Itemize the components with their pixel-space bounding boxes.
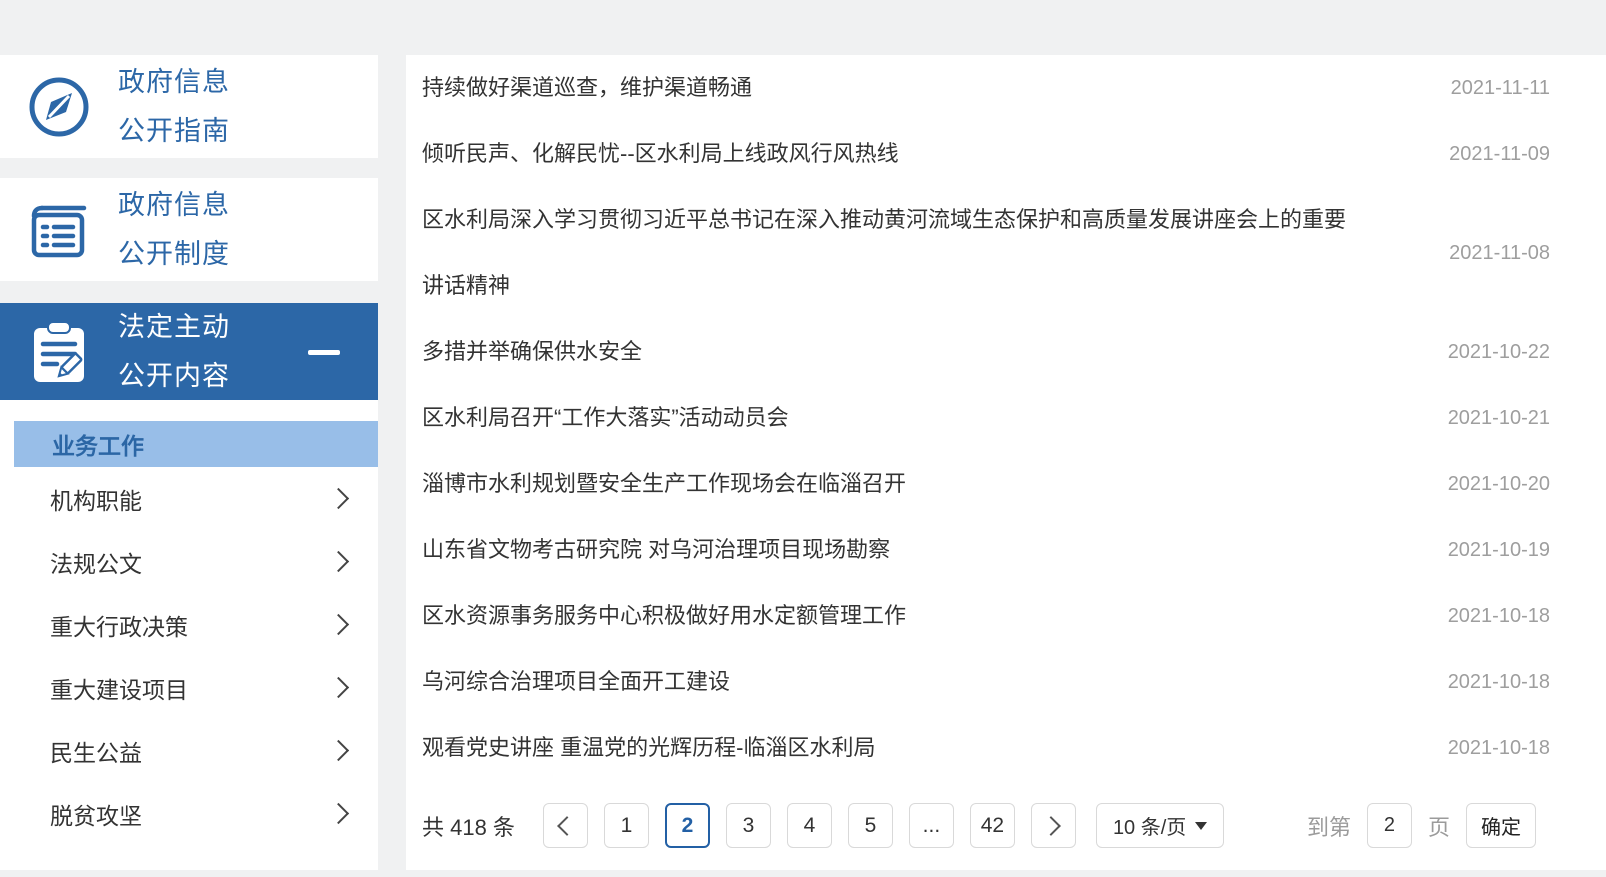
news-row: 持续做好渠道巡查，维护渠道畅通 2021-11-11 — [406, 55, 1606, 121]
page-number-button[interactable]: 42 — [969, 803, 1015, 848]
news-title-link[interactable]: 观看党史讲座 重温党的光辉历程-临淄区水利局 — [422, 715, 1362, 781]
news-row: 山东省文物考古研究院 对乌河治理项目现场勘察 2021-10-19 — [406, 517, 1606, 583]
news-date: 2021-10-20 — [1447, 472, 1550, 495]
goto-prefix-label: 到第 — [1306, 814, 1351, 840]
news-row: 观看党史讲座 重温党的光辉历程-临淄区水利局 2021-10-18 — [406, 715, 1606, 781]
news-date: 2021-11-11 — [1450, 76, 1550, 99]
goto-page-input[interactable] — [1366, 803, 1412, 848]
submenu-item[interactable]: 脱贫攻坚 — [0, 782, 378, 845]
news-row: 多措并举确保供水安全 2021-10-22 — [406, 319, 1606, 385]
sidebar-submenu: 业务工作 机构职能 法规公文 重大行政决策 重大建设项目 民生公益 脱贫攻坚 — [0, 400, 378, 870]
collapse-minus-icon[interactable] — [308, 350, 340, 355]
chevron-right-icon — [1041, 815, 1062, 836]
news-title-link[interactable]: 乌河综合治理项目全面开工建设 — [422, 649, 1362, 715]
news-row: 区水利局召开“工作大落实”活动动员会 2021-10-21 — [406, 385, 1606, 451]
submenu-item[interactable]: 法规公文 — [0, 530, 378, 593]
dropdown-caret-icon — [1195, 821, 1208, 830]
news-date: 2021-11-08 — [1449, 241, 1550, 264]
news-date: 2021-10-18 — [1447, 736, 1550, 759]
news-row: 倾听民声、化解民忧--区水利局上线政风行风热线 2021-11-09 — [406, 121, 1606, 187]
pagination-bar: 共 418 条 1 2 3 4 5 ... 42 10 条/页 到第 2 页 确… — [406, 781, 1606, 870]
chevron-right-icon — [327, 802, 350, 825]
submenu-item[interactable]: 重大建设项目 — [0, 656, 378, 719]
submenu-item[interactable]: 机构职能 — [0, 467, 378, 530]
goto-page-group: 到第 页 确定 — [1307, 803, 1536, 848]
sidebar: 政府信息 公开指南 政府信息 公开制度 法定主动 公开内容 业务工作 机构职能 … — [0, 55, 378, 870]
submenu-item-business-work[interactable]: 业务工作 — [14, 421, 378, 467]
chevron-left-icon — [557, 815, 578, 836]
page-number-button[interactable]: 3 — [725, 803, 771, 848]
page-number-list: 1 2 3 4 5 ... 42 — [603, 803, 1031, 848]
page-number-button[interactable]: ... — [908, 803, 954, 848]
next-page-button[interactable] — [1030, 803, 1076, 848]
sidebar-item-disclosure-guide[interactable]: 政府信息 公开指南 — [0, 55, 378, 158]
page-size-dropdown[interactable]: 10 条/页 — [1095, 803, 1225, 848]
page: 政府信息 公开指南 政府信息 公开制度 法定主动 公开内容 业务工作 机构职能 … — [0, 0, 1606, 877]
news-row: 区水资源事务服务中心积极做好用水定额管理工作 2021-10-18 — [406, 583, 1606, 649]
news-date: 2021-10-18 — [1447, 604, 1550, 627]
news-list: 持续做好渠道巡查，维护渠道畅通 2021-11-11 倾听民声、化解民忧--区水… — [406, 55, 1606, 781]
news-date: 2021-10-21 — [1447, 406, 1550, 429]
goto-suffix-label: 页 — [1427, 814, 1450, 840]
news-title-link[interactable]: 区水利局召开“工作大落实”活动动员会 — [422, 385, 1362, 451]
page-number-button[interactable]: 5 — [847, 803, 893, 848]
news-date: 2021-10-18 — [1447, 670, 1550, 693]
submenu-list: 机构职能 法规公文 重大行政决策 重大建设项目 民生公益 脱贫攻坚 — [0, 467, 378, 845]
total-count-label: 共 418 条 — [422, 814, 515, 840]
news-title-link[interactable]: 区水利局深入学习贯彻习近平总书记在深入推动黄河流域生态保护和高质量发展讲座会上的… — [422, 187, 1362, 319]
chevron-right-icon — [327, 487, 350, 510]
page-number-button[interactable]: 4 — [786, 803, 832, 848]
news-title-link[interactable]: 淄博市水利规划暨安全生产工作现场会在临淄召开 — [422, 451, 1362, 517]
news-title-link[interactable]: 区水资源事务服务中心积极做好用水定额管理工作 — [422, 583, 1362, 649]
confirm-button[interactable]: 确定 — [1466, 803, 1536, 848]
sidebar-item-label: 法定主动 公开内容 — [118, 311, 230, 391]
news-date: 2021-11-09 — [1449, 142, 1550, 165]
chevron-right-icon — [327, 739, 350, 762]
news-panel: 持续做好渠道巡查，维护渠道畅通 2021-11-11 倾听民声、化解民忧--区水… — [406, 55, 1606, 870]
chevron-right-icon — [327, 676, 350, 699]
sidebar-item-label: 政府信息 公开制度 — [118, 189, 230, 269]
prev-page-button[interactable] — [542, 803, 588, 848]
news-row: 乌河综合治理项目全面开工建设 2021-10-18 — [406, 649, 1606, 715]
chevron-right-icon — [327, 550, 350, 573]
chevron-right-icon — [327, 613, 350, 636]
news-title-link[interactable]: 多措并举确保供水安全 — [422, 319, 1362, 385]
sidebar-item-label: 政府信息 公开指南 — [118, 66, 230, 146]
sidebar-item-disclosure-system[interactable]: 政府信息 公开制度 — [0, 178, 378, 281]
news-title-link[interactable]: 山东省文物考古研究院 对乌河治理项目现场勘察 — [422, 517, 1362, 583]
news-date: 2021-10-22 — [1447, 340, 1550, 363]
clipboard-pencil-icon — [34, 320, 84, 382]
page-number-button[interactable]: 1 — [603, 803, 649, 848]
submenu-item[interactable]: 重大行政决策 — [0, 593, 378, 656]
ledger-icon — [31, 205, 87, 257]
compass-icon — [29, 77, 89, 136]
news-row: 淄博市水利规划暨安全生产工作现场会在临淄召开 2021-10-20 — [406, 451, 1606, 517]
submenu-item[interactable]: 民生公益 — [0, 719, 378, 782]
news-title-link[interactable]: 倾听民声、化解民忧--区水利局上线政风行风热线 — [422, 121, 1362, 187]
page-number-button[interactable]: 2 — [664, 803, 710, 848]
news-date: 2021-10-19 — [1447, 538, 1550, 561]
sidebar-item-proactive-disclosure[interactable]: 法定主动 公开内容 — [0, 303, 378, 400]
news-title-link[interactable]: 持续做好渠道巡查，维护渠道畅通 — [422, 55, 1362, 121]
news-row: 区水利局深入学习贯彻习近平总书记在深入推动黄河流域生态保护和高质量发展讲座会上的… — [406, 187, 1606, 319]
